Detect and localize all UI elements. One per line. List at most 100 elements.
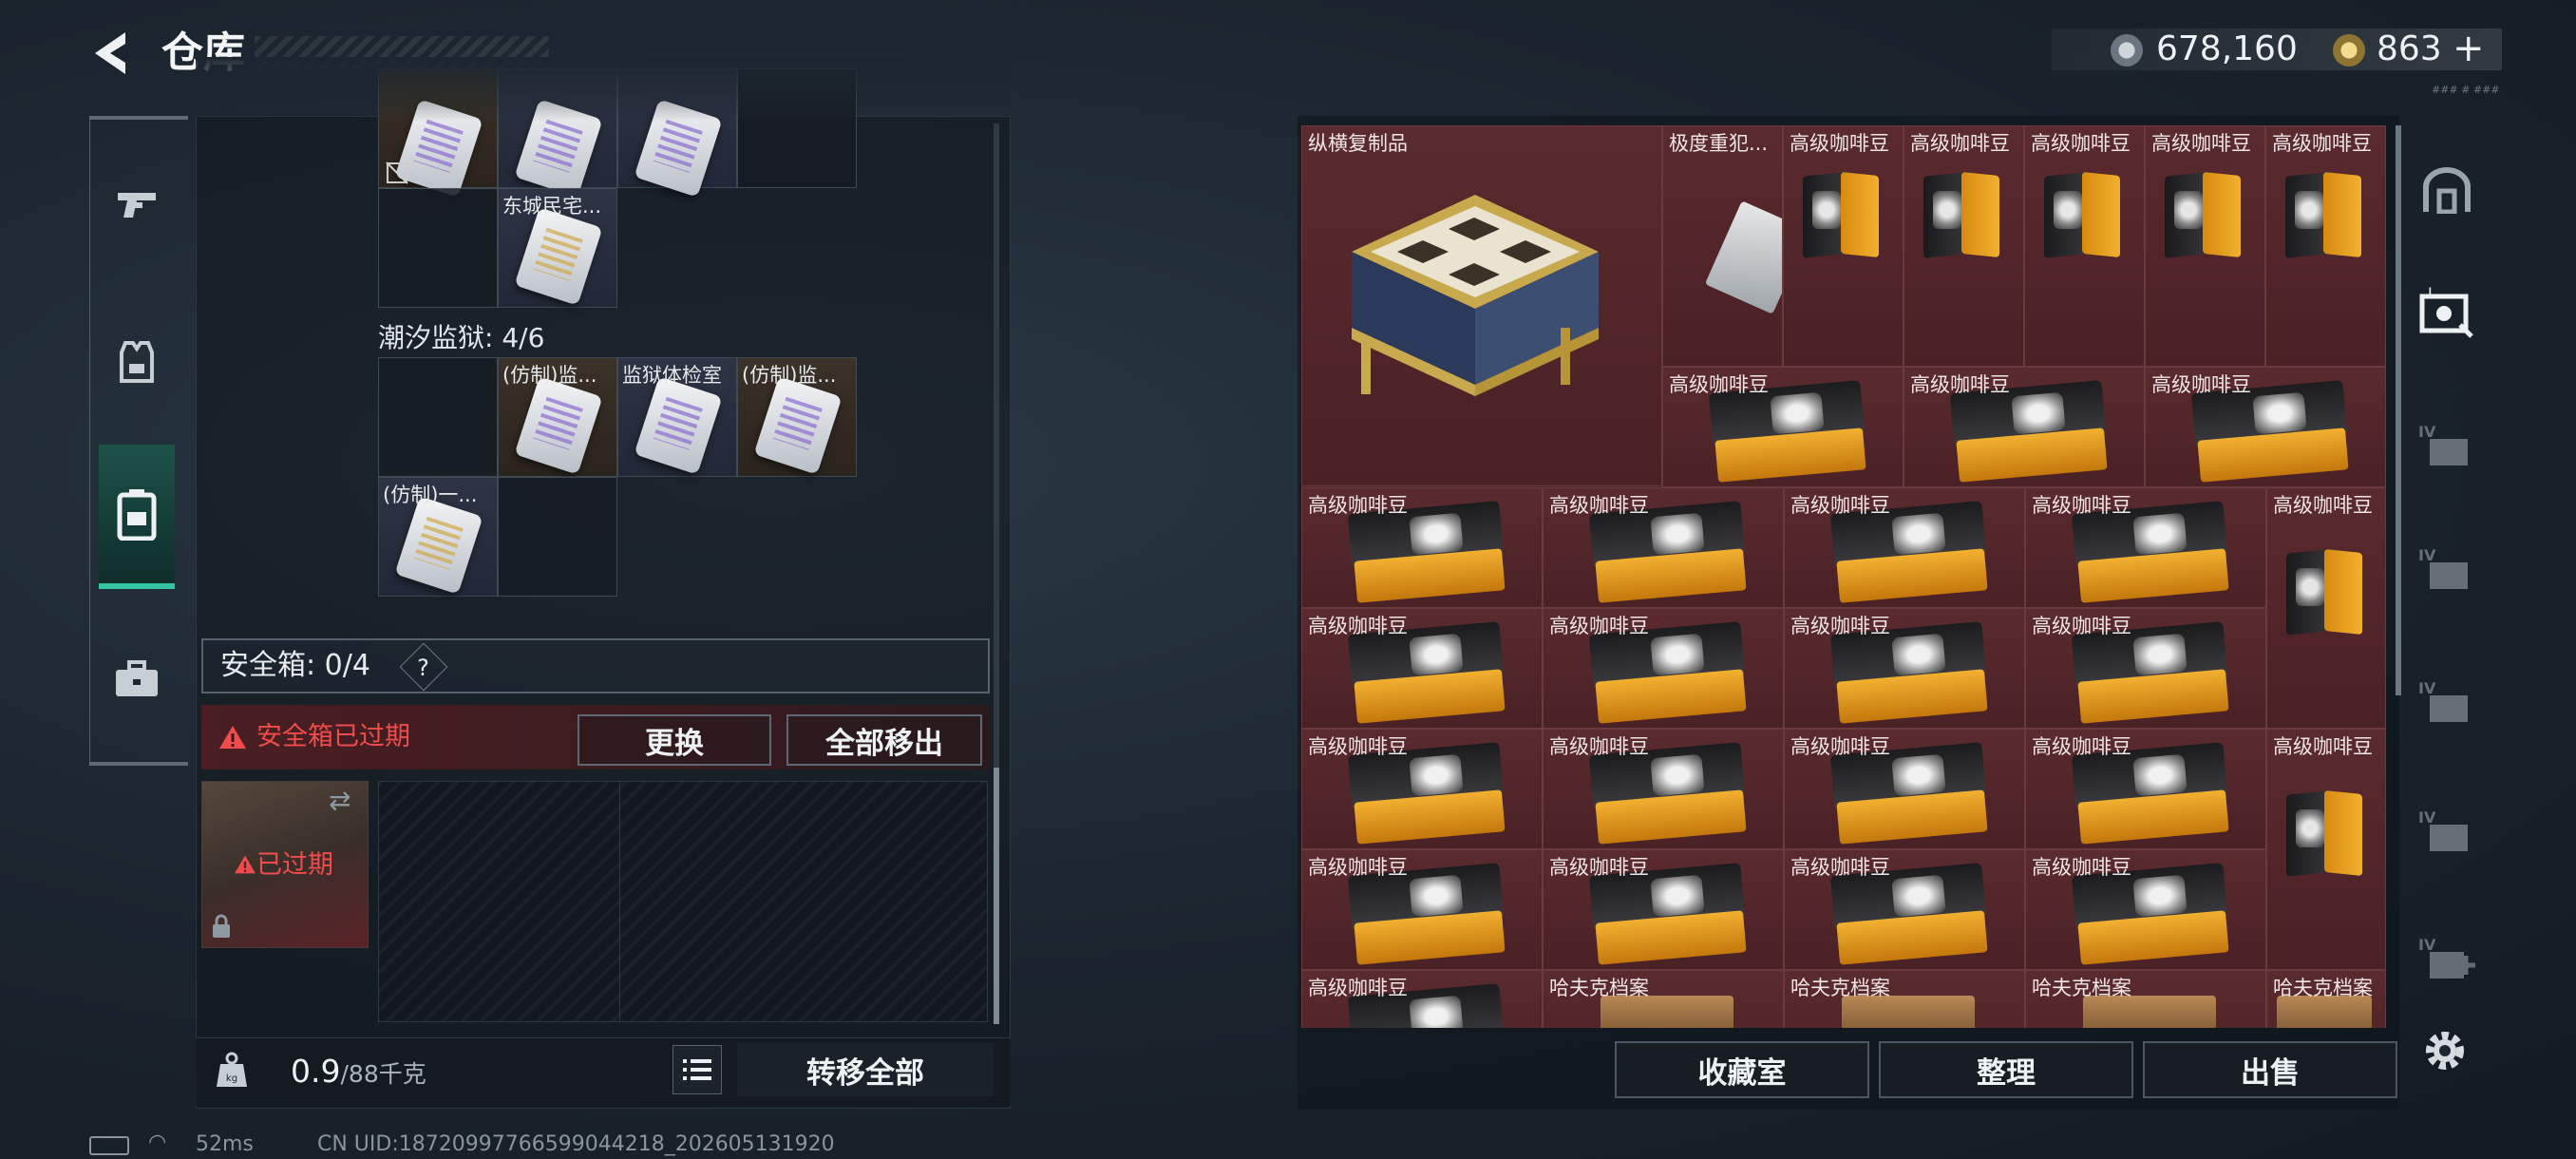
item-coffee-beans[interactable]: 高级咖啡豆 (1543, 849, 1784, 970)
vault-arch-icon (2423, 167, 2471, 214)
grid-cell-empty[interactable] (378, 357, 498, 477)
item-coffee-beans[interactable]: 高级咖啡豆 (2025, 487, 2266, 608)
tab-backpack[interactable] (99, 445, 175, 589)
add-currency-button[interactable]: + (2453, 27, 2485, 70)
chess-set-image (1352, 195, 1599, 396)
item-haavk-archive[interactable]: 哈夫克档案 (1543, 970, 1784, 1028)
item-haavk-archive[interactable]: 哈夫克档案 (1784, 970, 2025, 1028)
grid-cell-empty[interactable] (378, 188, 498, 308)
tab-gear[interactable] (99, 310, 175, 414)
item-coffee-beans[interactable]: 高级咖啡豆 (1301, 849, 1543, 970)
user-uid: CN UID:18720997766599044218_202605131920 (317, 1132, 835, 1156)
item-coffee-beans[interactable]: 高级咖啡豆 (2025, 849, 2266, 970)
storage-page-iv-3-icon[interactable]: IV (2418, 674, 2475, 732)
transfer-all-button[interactable]: 转移全部 (737, 1043, 994, 1096)
item-coffee-beans[interactable]: 高级咖啡豆 (1301, 729, 1543, 849)
replace-button[interactable]: 更换 (578, 714, 771, 766)
storage-page-iv-1-icon[interactable]: IV (2418, 418, 2475, 475)
storage-grid[interactable]: 纵横复制品 极度重犯... 高级咖啡豆 高级咖啡豆 高级咖啡豆 高级咖啡豆 高级… (1301, 125, 2386, 1028)
safebox-capacity: 安全箱: 0/4 (220, 649, 370, 682)
item-coffee-beans[interactable]: 高级咖啡豆 (2145, 367, 2386, 487)
svg-text:I: I (2428, 287, 2433, 302)
item-coffee-beans[interactable]: 高级咖啡豆 (1662, 367, 1904, 487)
inventory-scrollbar-thumb[interactable] (994, 768, 999, 1024)
battery-icon (89, 1136, 129, 1155)
item-haavk-archive[interactable]: 哈夫克档案 (2266, 970, 2386, 1028)
item-coffee-beans[interactable]: 高级咖啡豆 (2025, 729, 2266, 849)
storage-page-1-icon[interactable]: I (2418, 285, 2475, 342)
storage-page-iv-4-icon[interactable]: IV (2418, 804, 2475, 861)
gold-currency-amount: 863 (2377, 29, 2442, 68)
weight-readout: 0.9/88千克 (291, 1053, 426, 1090)
scroll-fade (196, 57, 1011, 122)
list-icon (683, 1059, 711, 1080)
wifi-icon: ◠ (148, 1130, 167, 1154)
item-coffee-beans[interactable]: 高级咖啡豆 (2024, 125, 2145, 367)
sort-button[interactable]: 整理 (1879, 1041, 2133, 1098)
item-slot-replica-1[interactable]: (仿制)监... (498, 357, 617, 477)
lock-icon (213, 914, 230, 938)
gold-coin-icon (2333, 34, 2365, 66)
item-coffee-beans[interactable]: 高级咖啡豆 (2266, 729, 2386, 970)
storage-page-icon: I (2419, 287, 2473, 338)
svg-text:IV: IV (2418, 423, 2436, 441)
item-coffee-beans[interactable]: 高级咖啡豆 (1543, 487, 1784, 608)
item-slot-exam-room[interactable]: 监狱体检室 (617, 357, 737, 477)
locked-page-icon: IV (2418, 423, 2468, 466)
item-coffee-beans[interactable]: 高级咖啡豆 (2145, 125, 2265, 367)
item-coffee-beans[interactable]: 高级咖啡豆 (1784, 608, 2025, 729)
vest-icon (120, 341, 154, 383)
storage-page-iv-2-icon[interactable]: IV (2418, 542, 2475, 598)
item-coffee-beans[interactable]: 高级咖啡豆 (1301, 970, 1543, 1028)
stash-overview-icon[interactable] (2418, 162, 2475, 218)
locked-page-icon: IV (2418, 808, 2468, 851)
tab-kit[interactable] (99, 627, 175, 732)
version-text: ### # ### (2432, 84, 2500, 96)
item-slot-dongcheng[interactable]: 东城民宅... (498, 188, 617, 308)
item-slot-replica-3[interactable]: (仿制)一... (378, 477, 498, 597)
safebox-grid-divider (619, 781, 620, 1022)
ping-readout: 52ms (196, 1132, 254, 1156)
item-coffee-beans[interactable]: 高级咖啡豆 (1543, 608, 1784, 729)
move-all-out-button[interactable]: 全部移出 (786, 714, 982, 766)
item-coffee-beans[interactable]: 高级咖啡豆 (1301, 608, 1543, 729)
tab-armory[interactable] (99, 152, 175, 256)
item-coffee-beans[interactable]: 高级咖啡豆 (1301, 487, 1543, 608)
item-coffee-beans[interactable]: 高级咖啡豆 (1783, 125, 1904, 367)
sell-button[interactable]: 出售 (2143, 1041, 2397, 1098)
silver-coin-icon (2111, 34, 2143, 66)
item-coffee-beans[interactable]: 高级咖啡豆 (2266, 487, 2386, 729)
item-coffee-beans[interactable]: 高级咖啡豆 (1784, 729, 2025, 849)
item-coffee-beans[interactable]: 高级咖啡豆 (1784, 849, 2025, 970)
add-page-icon: IV (2418, 936, 2475, 978)
item-coffee-beans[interactable]: 高级咖啡豆 (1904, 125, 2024, 367)
item-coffee-beans[interactable]: 高级咖啡豆 (1543, 729, 1784, 849)
svg-text:kg: kg (226, 1074, 237, 1084)
settings-gear-icon[interactable] (2418, 1024, 2472, 1077)
storage-scrollbar[interactable] (2396, 125, 2401, 695)
item-coffee-beans[interactable]: 高级咖啡豆 (1904, 367, 2145, 487)
pistol-icon (118, 193, 156, 218)
list-view-button[interactable] (672, 1045, 722, 1094)
swap-icon[interactable]: ⇄ (329, 785, 350, 816)
collection-room-button[interactable]: 收藏室 (1615, 1041, 1869, 1098)
item-chess-replica[interactable]: 纵横复制品 (1301, 125, 1662, 486)
silver-currency-amount: 678,160 (2156, 29, 2298, 68)
back-arrow-icon[interactable] (87, 27, 135, 80)
grid-cell-empty[interactable] (498, 477, 617, 597)
rail-cap-bottom (89, 762, 188, 766)
safebox-grid[interactable] (378, 781, 988, 1022)
rail-cap-top (89, 116, 188, 120)
item-slot-replica-2[interactable]: (仿制)监... (737, 357, 857, 477)
briefcase-icon (116, 660, 158, 696)
svg-text:IV: IV (2418, 808, 2436, 826)
item-haavk-archive[interactable]: 哈夫克档案 (2025, 970, 2266, 1028)
item-maximum-security[interactable]: 极度重犯... (1662, 125, 1783, 367)
item-coffee-beans[interactable]: 高级咖啡豆 (1784, 487, 2025, 608)
add-storage-page-icon[interactable]: IV (2418, 931, 2475, 988)
item-coffee-beans[interactable]: 高级咖啡豆 (2025, 608, 2266, 729)
svg-text:IV: IV (2418, 546, 2436, 564)
locked-page-icon: IV (2418, 546, 2468, 589)
item-coffee-beans[interactable]: 高级咖啡豆 (2265, 125, 2386, 367)
weight-icon: kg (217, 1052, 247, 1087)
